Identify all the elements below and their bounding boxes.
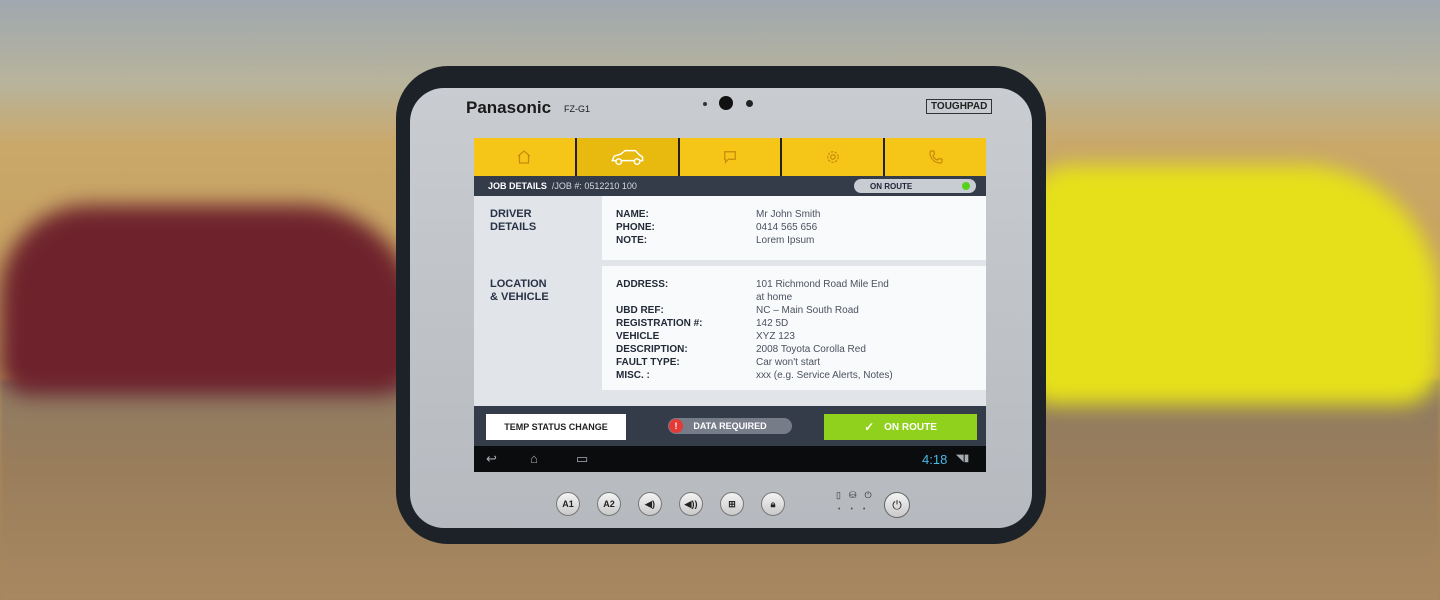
field-key: UBD REF: [616,305,664,316]
field-key: DESCRIPTION: [616,344,688,355]
rotation-lock-button[interactable]: 🔒︎ [761,492,785,516]
field-value: at home [756,292,793,303]
field-value: 2008 Toyota Corolla Red [756,344,866,355]
job-number: /JOB #: 0512210 100 [551,181,637,191]
job-details-bar: JOB DETAILS /JOB #: 0512210 100 ON ROUTE [474,176,986,196]
home-nav-icon[interactable]: ⌂ [530,451,538,466]
temp-status-change-button[interactable]: TEMP STATUS CHANGE [486,414,626,440]
field-key: REGISTRATION #: [616,318,703,329]
tab-settings[interactable] [782,138,884,176]
heading-line: LOCATION [490,278,547,290]
field-value: 0414 565 656 [756,222,818,233]
volume-down-button[interactable]: ◀) [638,492,662,516]
alert-icon: ! [669,419,683,433]
status-leds: ••• [838,506,876,513]
hardware-button-a2[interactable]: A2 [597,492,621,516]
field-value: NC – Main South Road [756,305,859,316]
action-bar: TEMP STATUS CHANGE ! DATA REQUIRED ✓ ON … [474,406,986,446]
home-icon [517,150,531,164]
data-required-indicator[interactable]: ! DATA REQUIRED [668,418,792,434]
field-value: xxx (e.g. Service Alerts, Notes) [756,370,893,381]
field-key: FAULT TYPE: [616,357,680,368]
on-route-status-toggle[interactable]: ON ROUTE [854,179,976,193]
job-details-title: JOB DETAILS [488,181,547,191]
phone-icon [928,150,943,164]
windows-icon: ⊞ [728,498,736,509]
field-key: MISC. : [616,370,650,381]
tab-phone[interactable] [885,138,986,176]
tab-vehicle[interactable] [576,138,678,176]
lock-icon: 🔒︎ [770,498,776,509]
field-key: PHONE: [616,222,655,233]
data-required-label: DATA REQUIRED [693,421,767,431]
recent-apps-icon[interactable]: ▭ [576,451,588,467]
on-route-button[interactable]: ✓ ON ROUTE [824,414,977,440]
field-key: NAME: [616,209,649,220]
field-value: Car won't start [756,357,821,368]
android-system-bar: ↩ ⌂ ▭ 4:18 ◥▮ [474,446,986,472]
field-value: Lorem Ipsum [756,235,815,246]
status-label: ON ROUTE [870,181,913,191]
chat-icon [724,151,736,164]
volume-up-button[interactable]: ◀)) [679,492,703,516]
model-label: FZ-G1 [564,104,590,114]
windows-button[interactable]: ⊞ [720,492,744,516]
job-app: JOB DETAILS /JOB #: 0512210 100 ON ROUTE… [474,138,986,472]
driver-details-section: DRIVER DETAILS NAME: Mr John Smith PHONE… [474,196,986,262]
heading-line: & VEHICLE [490,291,549,303]
background-yellow-van [1030,165,1440,405]
job-details-content[interactable]: DRIVER DETAILS NAME: Mr John Smith PHONE… [474,196,986,406]
volume-down-icon: ◀) [645,498,655,509]
gear-icon [826,151,839,163]
driver-details-heading: DRIVER DETAILS [474,196,602,262]
location-vehicle-section: LOCATION & VEHICLE ADDRESS: 101 Richmond… [474,266,986,390]
power-icon: ⏻ [892,497,902,512]
series-badge: TOUGHPAD [926,99,993,114]
front-camera [719,96,733,110]
back-icon[interactable]: ↩ [486,451,497,467]
heading-line: DRIVER [490,208,532,220]
hardware-button-a1[interactable]: A1 [556,492,580,516]
brand-logo: Panasonic [466,98,552,117]
top-tab-bar [474,138,986,176]
rugged-tablet: Panasonic FZ-G1 TOUGHPAD JOB DETAILS /JO… [396,66,1046,544]
location-vehicle-body: ADDRESS: 101 Richmond Road Mile End at h… [602,266,986,390]
field-key: NOTE: [616,235,648,246]
light-sensor [746,100,753,107]
status-indicator-dot [962,182,970,190]
sensor-dot [703,102,707,106]
wifi-battery-icon: ◥▮ [956,453,970,464]
car-icon [611,149,644,166]
volume-up-icon: ◀)) [684,498,698,509]
tablet-screen: JOB DETAILS /JOB #: 0512210 100 ON ROUTE… [474,138,986,472]
field-value: Mr John Smith [756,209,821,220]
location-vehicle-heading: LOCATION & VEHICLE [474,266,602,390]
driver-details-body: NAME: Mr John Smith PHONE: 0414 565 656 … [602,196,986,260]
checkmark-icon: ✓ [864,420,875,434]
field-value: XYZ 123 [756,331,795,342]
status-led-icons: ▯⛁⏻ [836,490,880,500]
power-button[interactable]: ⏻ [884,492,910,518]
field-value: 142 5D [756,318,789,329]
tab-home[interactable] [474,138,575,176]
clock: 4:18 [922,452,948,467]
background-red-car [0,205,420,395]
tab-messages[interactable] [679,138,781,176]
field-value: 101 Richmond Road Mile End [756,279,889,290]
field-key: ADDRESS: [616,279,669,290]
on-route-label: ON ROUTE [884,421,937,433]
heading-line: DETAILS [490,221,537,233]
field-key: VEHICLE [616,331,660,342]
